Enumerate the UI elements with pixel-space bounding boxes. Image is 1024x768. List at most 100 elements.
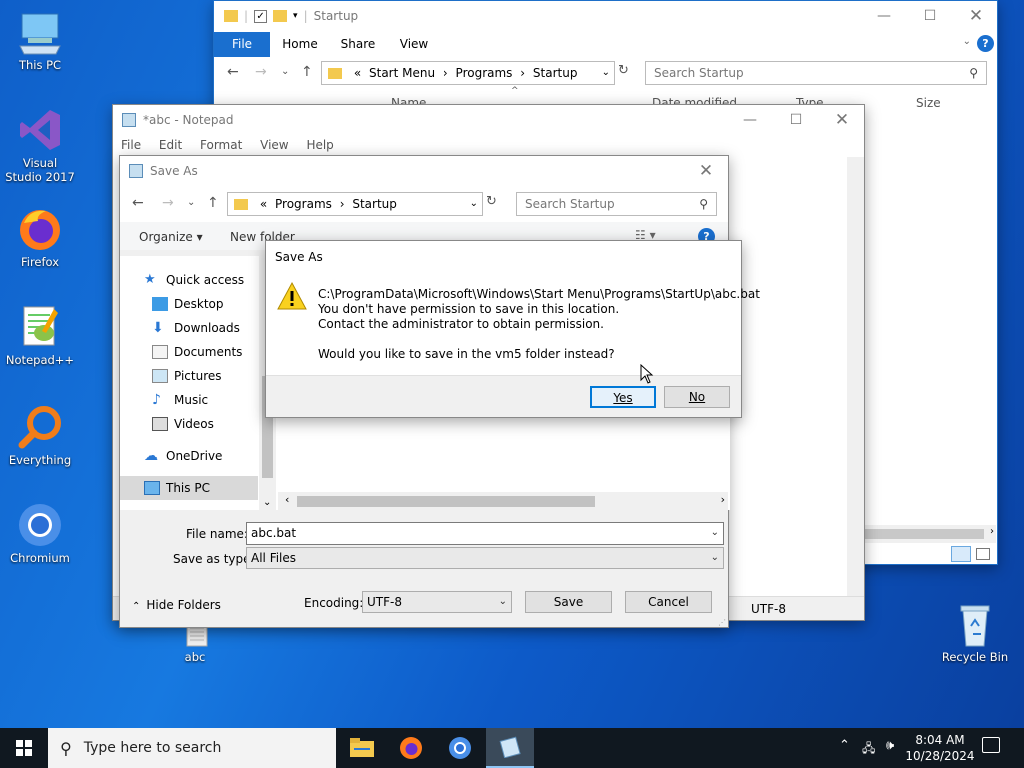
minimize-button[interactable]: — [727, 105, 773, 135]
up-icon[interactable]: ↑ [301, 64, 313, 80]
window-title: *abc - Notepad [143, 113, 234, 127]
nav-downloads[interactable]: ⬇Downloads📌 [144, 316, 276, 340]
close-button[interactable]: ✕ [683, 156, 729, 186]
customize-toolbar-icon[interactable]: ▾ [293, 11, 298, 21]
notepad-titlebar: *abc - Notepad — ☐ ✕ [113, 105, 864, 135]
hide-folders-button[interactable]: ⌃ Hide Folders [132, 598, 221, 612]
nav-desktop[interactable]: Desktop📌 [144, 292, 276, 316]
chromium-icon [449, 737, 471, 759]
clock[interactable]: 8:04 AM 10/28/2024 [905, 732, 975, 764]
yes-button[interactable]: Yes [590, 386, 656, 408]
breadcrumb-overflow[interactable]: « [354, 66, 361, 80]
breadcrumb-programs[interactable]: Programs [456, 66, 513, 80]
nav-pictures[interactable]: Pictures📌 [144, 364, 276, 388]
start-button[interactable] [0, 728, 48, 768]
forward-icon[interactable]: → [255, 64, 267, 80]
breadcrumb-startup[interactable]: Startup [533, 66, 578, 80]
close-button[interactable]: ✕ [953, 1, 999, 31]
nav-documents[interactable]: Documents📌 [144, 340, 276, 364]
refresh-icon[interactable]: ↻ [486, 194, 497, 209]
tab-view[interactable]: View [386, 32, 442, 57]
notepad-icon [499, 736, 521, 758]
show-hidden-icons-icon[interactable]: ⌃ [839, 738, 850, 753]
notepad-icon [122, 113, 136, 127]
minimize-button[interactable]: — [861, 1, 907, 31]
nav-videos[interactable]: Videos [144, 412, 276, 436]
desktop-icon-firefox[interactable]: Firefox [0, 205, 80, 269]
desktop-icon-chromium[interactable]: Chromium [0, 501, 80, 565]
search-input[interactable]: Search Startup ⚲ [645, 61, 987, 85]
breadcrumb-programs[interactable]: Programs [275, 197, 332, 211]
menu-format[interactable]: Format [200, 138, 242, 152]
menu-help[interactable]: Help [306, 138, 333, 152]
firefox-icon [16, 205, 64, 253]
taskbar-notepad[interactable] [486, 728, 534, 768]
alert-message: C:\ProgramData\Microsoft\Windows\Start M… [318, 287, 760, 362]
ribbon-tabs: File Home Share View ⌄ ? [214, 32, 997, 57]
encoding-select[interactable]: UTF-8 ⌄ [362, 591, 512, 613]
nav-quick-access[interactable]: ★ Quick access [144, 268, 276, 292]
tab-file[interactable]: File [214, 32, 270, 57]
recent-dropdown-icon[interactable]: ⌄ [281, 66, 289, 77]
computer-icon [144, 481, 160, 495]
taskbar-file-explorer[interactable] [338, 728, 386, 768]
refresh-icon[interactable]: ↻ [618, 63, 629, 78]
file-list-hscrollbar[interactable]: ‹ › [278, 492, 728, 510]
desktop-icon-everything[interactable]: Everything [0, 403, 80, 467]
address-bar[interactable]: « Programs › Startup ⌄ [227, 192, 483, 216]
breadcrumb-startup[interactable]: Startup [352, 197, 397, 211]
large-icons-view-icon[interactable] [976, 548, 990, 560]
taskbar-chromium[interactable] [436, 728, 484, 768]
save-button[interactable]: Save [525, 591, 612, 613]
computer-icon [16, 8, 64, 56]
recent-dropdown-icon[interactable]: ⌄ [187, 197, 195, 208]
menu-view[interactable]: View [260, 138, 288, 152]
maximize-button[interactable]: ☐ [907, 1, 953, 31]
nav-onedrive[interactable]: ☁ OneDrive [144, 444, 276, 468]
properties-icon[interactable]: ✓ [254, 9, 268, 23]
new-folder-icon[interactable] [273, 10, 288, 22]
details-view-icon[interactable] [951, 546, 971, 562]
address-dropdown-icon[interactable]: ⌄ [602, 62, 610, 84]
menu-edit[interactable]: Edit [159, 138, 182, 152]
desktop-icon-visual-studio[interactable]: Visual Studio 2017 [0, 106, 80, 184]
chevron-down-icon[interactable]: ⌄ [711, 523, 719, 543]
back-icon[interactable]: ← [227, 64, 239, 80]
close-button[interactable]: ✕ [819, 105, 865, 135]
search-input[interactable]: Search Startup ⚲ [516, 192, 717, 216]
horizontal-scrollbar[interactable]: › [864, 525, 996, 543]
resize-grip-icon[interactable]: ⋰ [718, 618, 726, 627]
notifications-icon[interactable] [982, 737, 1000, 753]
column-size[interactable]: Size [916, 96, 941, 110]
tab-home[interactable]: Home [270, 32, 330, 57]
up-icon[interactable]: ↑ [207, 195, 219, 211]
cancel-button[interactable]: Cancel [625, 591, 712, 613]
nav-this-pc[interactable]: This PC [120, 476, 258, 500]
organize-button[interactable]: Organize ▾ [139, 230, 203, 244]
volume-icon[interactable]: 🕪 [886, 738, 894, 753]
address-dropdown-icon[interactable]: ⌄ [470, 193, 478, 215]
vertical-scrollbar[interactable] [847, 157, 864, 597]
filename-input[interactable]: abc.bat ⌄ [246, 522, 724, 545]
maximize-button[interactable]: ☐ [773, 105, 819, 135]
tab-share[interactable]: Share [330, 32, 386, 57]
help-icon[interactable]: ? [977, 35, 994, 52]
desktop-icon-notepadpp[interactable]: Notepad++ [0, 303, 80, 367]
expand-ribbon-icon[interactable]: ⌄ [963, 36, 971, 47]
taskbar-firefox[interactable] [387, 728, 435, 768]
address-bar[interactable]: « Start Menu › Programs › Startup ⌄ [321, 61, 615, 85]
chevron-down-icon: ⌄ [498, 596, 507, 607]
nav-music[interactable]: ♪ Music [144, 388, 276, 412]
taskbar-search-box[interactable]: ⚲ Type here to search [48, 728, 336, 768]
save-as-type-select[interactable]: All Files ⌄ [246, 547, 724, 569]
dialog-titlebar: Save As ✕ [120, 156, 728, 186]
network-icon[interactable]: 🖧 [862, 739, 875, 760]
breadcrumb-start-menu[interactable]: Start Menu [369, 66, 435, 80]
desktop-icon-recycle-bin[interactable]: Recycle Bin [935, 600, 1015, 664]
menu-file[interactable]: File [121, 138, 141, 152]
back-icon[interactable]: ← [132, 195, 144, 211]
forward-icon[interactable]: → [162, 195, 174, 211]
breadcrumb-overflow[interactable]: « [260, 197, 267, 211]
desktop-icon-this-pc[interactable]: This PC [0, 8, 80, 72]
no-button[interactable]: No [664, 386, 730, 408]
